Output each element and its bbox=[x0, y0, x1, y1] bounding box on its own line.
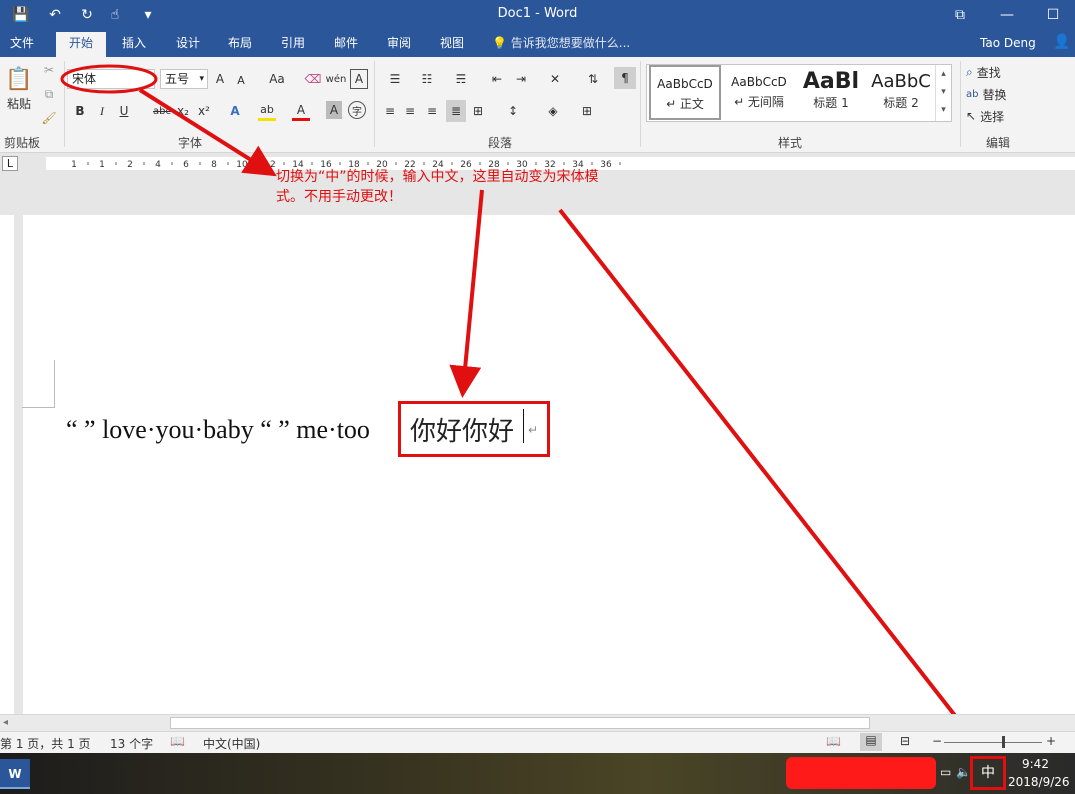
horizontal-scrollbar[interactable]: ◂ bbox=[0, 714, 1075, 731]
zoom-out-button[interactable]: − bbox=[932, 734, 942, 748]
arrow-to-font-box bbox=[138, 88, 277, 177]
scrollbar-thumb[interactable] bbox=[170, 717, 870, 729]
arrow-to-ime-indicator bbox=[558, 208, 983, 752]
annotation-overlay bbox=[60, 64, 983, 752]
word-window: 💾 ↶ ↻ ☝ ▾ Doc1 - Word ⧉ — ☐ 文件 开始 插入 设计 … bbox=[0, 0, 1075, 794]
volume-icon[interactable]: 🔈 bbox=[956, 765, 971, 779]
word-taskbar-icon[interactable]: W bbox=[0, 759, 30, 789]
status-bar: 第 1 页，共 1 页 13 个字 📖 中文(中国) 📖 ▤ ⊟ − + bbox=[0, 731, 1075, 753]
page-count[interactable]: 第 1 页，共 1 页 bbox=[0, 735, 91, 752]
clock-time[interactable]: 9:42 bbox=[1022, 757, 1049, 771]
ime-indicator[interactable]: 中 bbox=[970, 756, 1006, 790]
zoom-in-button[interactable]: + bbox=[1046, 734, 1056, 748]
network-icon[interactable]: ▭ bbox=[940, 765, 951, 779]
windows-taskbar: W ▭ 🔈 中 9:42 2018/9/26 bbox=[0, 753, 1075, 794]
clock-date[interactable]: 2018/9/26 bbox=[1008, 775, 1070, 789]
zoom-slider-track[interactable] bbox=[944, 742, 1042, 743]
font-name-highlight-ellipse bbox=[60, 64, 158, 94]
web-layout-icon[interactable]: ⊟ bbox=[900, 734, 910, 748]
scroll-left-icon[interactable]: ◂ bbox=[3, 717, 8, 728]
chinese-text-highlight-box bbox=[398, 401, 550, 457]
zoom-slider-thumb[interactable] bbox=[1002, 736, 1005, 748]
read-mode-icon[interactable]: 📖 bbox=[826, 734, 841, 748]
annotation-text: 切换为“中”的时候，输入中文，这里自动变为宋体模式。不用手动更改！ bbox=[276, 169, 599, 205]
arrow-to-chinese-text bbox=[449, 189, 484, 398]
print-layout-icon[interactable]: ▤ bbox=[860, 733, 882, 751]
language-indicator[interactable]: 中文(中国) bbox=[203, 735, 260, 752]
word-count[interactable]: 13 个字 bbox=[110, 735, 153, 752]
proofing-icon[interactable]: 📖 bbox=[170, 734, 185, 748]
redacted-area bbox=[786, 757, 936, 789]
